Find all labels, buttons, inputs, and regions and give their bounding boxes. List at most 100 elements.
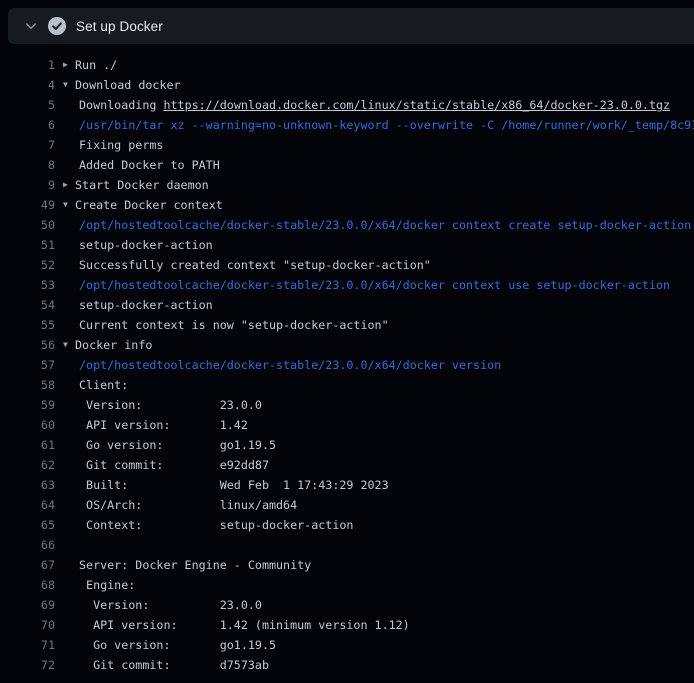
log-line: 68 Engine: — [0, 575, 694, 595]
check-circle-icon — [48, 17, 66, 35]
log-line: 67 Server: Docker Engine - Community — [0, 555, 694, 575]
group-expanded-triangle-icon[interactable]: ▼ — [63, 335, 75, 355]
line-number-link[interactable]: 67 — [0, 558, 55, 572]
line-number-link[interactable]: 8 — [0, 158, 55, 172]
log-text: API version: 1.42 (minimum version 1.12) — [79, 618, 410, 632]
log-text: Engine: — [79, 578, 135, 592]
log-line: 58 Client: — [0, 375, 694, 395]
log-group-header[interactable]: 9 ▶Start Docker daemon — [0, 175, 694, 195]
log-line: 65 Context: setup-docker-action — [0, 515, 694, 535]
log-line: 69 Version: 23.0.0 — [0, 595, 694, 615]
line-number-link[interactable]: 50 — [0, 218, 55, 232]
download-url-link[interactable]: https://download.docker.com/linux/static… — [163, 98, 670, 112]
log-line: 64 OS/Arch: linux/amd64 — [0, 495, 694, 515]
line-number-link[interactable]: 5 — [0, 98, 55, 112]
group-collapsed-triangle-icon[interactable]: ▶ — [63, 55, 75, 75]
log-line: 50/opt/hostedtoolcache/docker-stable/23.… — [0, 215, 694, 235]
line-number-link[interactable]: 52 — [0, 258, 55, 272]
group-expanded-triangle-icon[interactable]: ▼ — [63, 75, 75, 95]
chevron-down-icon[interactable] — [23, 18, 39, 34]
log-text: Fixing perms — [79, 138, 163, 152]
line-number-link[interactable]: 71 — [0, 638, 55, 652]
command-text: /opt/hostedtoolcache/docker-stable/23.0.… — [79, 358, 501, 372]
line-number-link[interactable]: 53 — [0, 278, 55, 292]
line-number-link[interactable]: 70 — [0, 618, 55, 632]
log-line: 59 Version: 23.0.0 — [0, 395, 694, 415]
log-text: setup-docker-action — [79, 238, 213, 252]
log-text: Downloading — [79, 98, 163, 112]
step-header[interactable]: Set up Docker — [8, 8, 694, 44]
line-number-link[interactable]: 54 — [0, 298, 55, 312]
log-text: Go version: go1.19.5 — [79, 438, 276, 452]
log-text: Current context is now "setup-docker-act… — [79, 318, 389, 332]
log-text: Git commit: e92dd87 — [79, 458, 269, 472]
log-text: Client: — [79, 378, 128, 392]
log-line: 6/usr/bin/tar xz --warning=no-unknown-ke… — [0, 115, 694, 135]
line-number-link[interactable]: 63 — [0, 478, 55, 492]
group-collapsed-triangle-icon[interactable]: ▶ — [63, 175, 75, 195]
log-group-header[interactable]: 49 ▼Create Docker context — [0, 195, 694, 215]
group-title[interactable]: Download docker — [75, 78, 181, 92]
line-number-link[interactable]: 62 — [0, 458, 55, 472]
line-number-link[interactable]: 69 — [0, 598, 55, 612]
group-title[interactable]: Start Docker daemon — [75, 178, 209, 192]
log-text: Context: setup-docker-action — [79, 518, 353, 532]
line-number-link[interactable]: 59 — [0, 398, 55, 412]
log-text: Go version: go1.19.5 — [79, 638, 276, 652]
line-number-link[interactable]: 1 — [0, 58, 55, 72]
log-text: API version: 1.42 — [79, 418, 248, 432]
log-text: Version: 23.0.0 — [79, 398, 262, 412]
log-text: Server: Docker Engine - Community — [79, 558, 311, 572]
line-number-link[interactable]: 49 — [0, 198, 55, 212]
line-number-link[interactable]: 58 — [0, 378, 55, 392]
line-number-link[interactable]: 61 — [0, 438, 55, 452]
log-line: 72 Git commit: d7573ab — [0, 655, 694, 675]
log-line: 53/opt/hostedtoolcache/docker-stable/23.… — [0, 275, 694, 295]
log-line: 63 Built: Wed Feb 1 17:43:29 2023 — [0, 475, 694, 495]
log-text: Git commit: d7573ab — [79, 658, 269, 672]
log-viewer: 1▶Run ./4▼Download docker5Downloading ht… — [0, 55, 694, 675]
log-line: 70 API version: 1.42 (minimum version 1.… — [0, 615, 694, 635]
line-number-link[interactable]: 51 — [0, 238, 55, 252]
line-number-link[interactable]: 55 — [0, 318, 55, 332]
line-number-link[interactable]: 66 — [0, 538, 55, 552]
log-text: OS/Arch: linux/amd64 — [79, 498, 297, 512]
log-line: 60 API version: 1.42 — [0, 415, 694, 435]
log-text: Successfully created context "setup-dock… — [79, 258, 431, 272]
group-title[interactable]: Create Docker context — [75, 198, 223, 212]
group-expanded-triangle-icon[interactable]: ▼ — [63, 195, 75, 215]
log-text: Version: 23.0.0 — [79, 598, 262, 612]
log-line: 66 — [0, 535, 694, 555]
log-text: Downloading https://download.docker.com/… — [79, 98, 670, 112]
log-line: 57/opt/hostedtoolcache/docker-stable/23.… — [0, 355, 694, 375]
log-group-header[interactable]: 1 ▶Run ./ — [0, 55, 694, 75]
line-number-link[interactable]: 56 — [0, 338, 55, 352]
line-number-link[interactable]: 60 — [0, 418, 55, 432]
line-number-link[interactable]: 9 — [0, 178, 55, 192]
line-number-link[interactable]: 4 — [0, 78, 55, 92]
log-line: 55 Current context is now "setup-docker-a… — [0, 315, 694, 335]
log-group-header[interactable]: 56 ▼Docker info — [0, 335, 694, 355]
group-title[interactable]: Docker info — [75, 338, 152, 352]
log-line: 51 setup-docker-action — [0, 235, 694, 255]
log-text: Added Docker to PATH — [79, 158, 220, 172]
log-line: 5 Downloading https://download.docker.com… — [0, 95, 694, 115]
log-line: 52 Successfully created context "setup-do… — [0, 255, 694, 275]
command-text: /opt/hostedtoolcache/docker-stable/23.0.… — [79, 218, 691, 232]
log-text: setup-docker-action — [79, 298, 213, 312]
log-line: 61 Go version: go1.19.5 — [0, 435, 694, 455]
workflow-log-panel: Set up Docker 1▶Run ./4▼Download docker5… — [0, 0, 694, 683]
line-number-link[interactable]: 65 — [0, 518, 55, 532]
group-title[interactable]: Run ./ — [75, 58, 117, 72]
line-number-link[interactable]: 68 — [0, 578, 55, 592]
line-number-link[interactable]: 57 — [0, 358, 55, 372]
log-group-header[interactable]: 4 ▼Download docker — [0, 75, 694, 95]
line-number-link[interactable]: 72 — [0, 658, 55, 672]
line-number-link[interactable]: 64 — [0, 498, 55, 512]
log-line: 54 setup-docker-action — [0, 295, 694, 315]
line-number-link[interactable]: 7 — [0, 138, 55, 152]
line-number-link[interactable]: 6 — [0, 118, 55, 132]
step-title: Set up Docker — [76, 19, 163, 34]
log-line: 62 Git commit: e92dd87 — [0, 455, 694, 475]
command-text: /usr/bin/tar xz --warning=no-unknown-key… — [79, 118, 694, 132]
